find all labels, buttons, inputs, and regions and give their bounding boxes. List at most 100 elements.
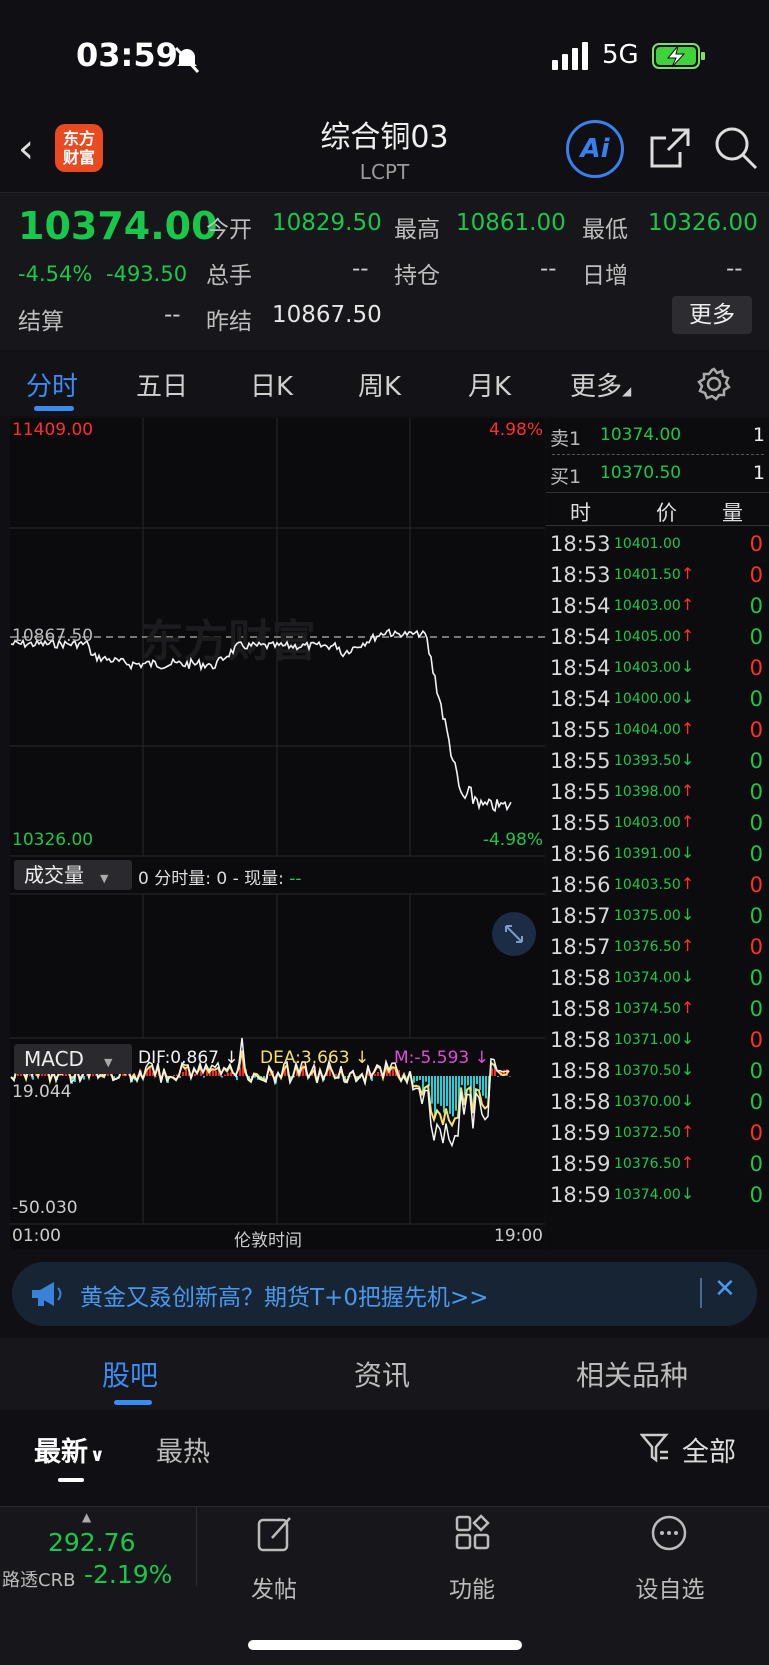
tick-row: 18:58 10371.00↓ 0 [546, 1024, 769, 1057]
tick-volume: 0 [749, 966, 763, 990]
arrow-up-icon: ↑ [680, 936, 695, 955]
tab-forum[interactable]: 股吧 [102, 1354, 158, 1394]
expand-chart-button[interactable] [492, 912, 536, 956]
close-icon[interactable]: ✕ [714, 1274, 736, 1304]
arrow-down-icon: ↓ [680, 1184, 695, 1203]
caret-up-icon[interactable]: ▲ [82, 1510, 91, 1524]
tick-time: 18:57 [550, 904, 611, 928]
tab-related[interactable]: 相关品种 [576, 1354, 688, 1394]
filter-all[interactable]: 全部 [682, 1430, 736, 1469]
tick-time: 18:55 [550, 811, 611, 835]
search-icon[interactable] [712, 124, 760, 172]
y-axis-top-pct: 4.98% [488, 420, 543, 440]
tick-row: 18:58 10370.00↓ 0 [546, 1086, 769, 1119]
tab-more[interactable]: 更多◢ [570, 366, 631, 403]
volume-indicator-selector[interactable]: 成交量 ▼ [14, 860, 132, 890]
tick-volume: 0 [749, 811, 763, 835]
tick-volume: 0 [749, 780, 763, 804]
tick-time: 18:56 [550, 842, 611, 866]
tick-price: 10403.00↑ [614, 595, 695, 614]
banner-divider [700, 1278, 702, 1308]
tick-price: 10404.00↑ [614, 719, 695, 738]
more-quote-button[interactable]: 更多 [672, 296, 752, 334]
arrow-down-icon: ↓ [680, 1091, 695, 1110]
add-watchlist-button[interactable]: 设自选 [610, 1570, 730, 1604]
arrow-up-icon: ↑ [680, 595, 695, 614]
tick-row: 18:58 10374.50↑ 0 [546, 993, 769, 1026]
filter-hot[interactable]: 最热 [156, 1430, 210, 1469]
tick-row: 18:57 10376.50↑ 0 [546, 931, 769, 964]
filter-latest[interactable]: 最新 ∨ [34, 1430, 105, 1469]
tick-volume: 0 [749, 873, 763, 897]
last-price: 10374.00 [18, 204, 218, 248]
arrow-down-icon: ↓ [680, 657, 695, 676]
position-value: -- [540, 256, 557, 282]
bell-muted-icon [174, 46, 200, 74]
tick-price: 10370.00↓ [614, 1091, 695, 1110]
tick-row: 18:55 10403.00↑ 0 [546, 807, 769, 840]
tick-volume: 0 [749, 563, 763, 587]
index-change[interactable]: -2.19% [84, 1560, 172, 1589]
low-value: 10326.00 [648, 210, 758, 236]
m-value: M:-5.593 ↓ [394, 1048, 489, 1068]
tick-volume: 0 [749, 842, 763, 866]
tab-daily-k[interactable]: 日K [250, 366, 293, 403]
tick-time: 18:55 [550, 718, 611, 742]
tick-price: 10376.50↑ [614, 936, 695, 955]
tick-row: 18:56 10403.50↑ 0 [546, 869, 769, 902]
active-tab-indicator [34, 406, 74, 411]
functions-icon[interactable] [454, 1514, 492, 1552]
arrow-up-icon: ↑ [680, 874, 695, 893]
arrow-up-icon: ↑ [680, 719, 695, 738]
promo-banner[interactable]: 黄金又叒创新高？期货T+0把握先机>> ✕ [12, 1262, 757, 1326]
filter-icon[interactable] [640, 1432, 670, 1464]
intraday-chart[interactable]: 东方财富 11409.00 4.98% 10867.50 10326.00 -4… [10, 418, 545, 1251]
macd-axis-bottom: -50.030 [12, 1198, 78, 1218]
post-button[interactable]: 发帖 [214, 1570, 334, 1604]
home-indicator [248, 1640, 522, 1650]
settings-icon[interactable] [696, 366, 732, 402]
functions-button[interactable]: 功能 [412, 1570, 532, 1604]
y-axis-ref: 10867.50 [12, 626, 94, 646]
tick-time: 18:57 [550, 935, 611, 959]
tick-row: 18:57 10375.00↓ 0 [546, 900, 769, 933]
tick-price: 10393.50↓ [614, 750, 695, 769]
prev-settle-value: 10867.50 [272, 302, 382, 328]
tab-five-day[interactable]: 五日 [136, 366, 188, 403]
change-amount: -493.50 [106, 262, 188, 286]
tick-row: 18:55 10393.50↓ 0 [546, 745, 769, 778]
tick-price: 10374.00↓ [614, 967, 695, 986]
tick-time: 18:58 [550, 966, 611, 990]
high-label: 最高 [394, 217, 440, 243]
tab-monthly-k[interactable]: 月K [468, 366, 511, 403]
x-axis-end: 19:00 [494, 1226, 543, 1246]
index-value[interactable]: 292.76 [48, 1528, 135, 1557]
status-time: 03:59 [76, 36, 178, 74]
tick-price: 10403.50↑ [614, 874, 695, 893]
settle-label: 结算 [18, 309, 64, 335]
arrow-down-icon: ↓ [680, 843, 695, 862]
arrow-up-icon: ↑ [680, 564, 695, 583]
tick-price: 10370.50↓ [614, 1060, 695, 1079]
index-name[interactable]: 路透CRB [2, 1566, 75, 1592]
tick-time: 18:54 [550, 687, 611, 711]
tab-news[interactable]: 资讯 [354, 1354, 410, 1394]
share-icon[interactable] [648, 126, 692, 170]
prev-settle-label: 昨结 [206, 309, 252, 335]
tick-row: 18:55 10398.00↑ 0 [546, 776, 769, 809]
tick-price: 10374.00↓ [614, 1184, 695, 1203]
tick-time: 18:59 [550, 1183, 611, 1207]
macd-indicator-selector[interactable]: MACD ▼ [14, 1044, 132, 1074]
tab-weekly-k[interactable]: 周K [358, 366, 401, 403]
more-circle-icon[interactable] [650, 1514, 688, 1552]
content-tabs: 股吧 资讯 相关品种 [0, 1338, 769, 1410]
tick-row: 18:54 10405.00↑ 0 [546, 621, 769, 654]
tab-intraday[interactable]: 分时 [26, 366, 78, 403]
tick-time: 18:56 [550, 873, 611, 897]
tick-time: 18:54 [550, 656, 611, 680]
edit-post-icon[interactable] [256, 1514, 296, 1554]
tick-price: 10401.50↑ [614, 564, 695, 583]
tick-row: 18:55 10404.00↑ 0 [546, 714, 769, 747]
high-value: 10861.00 [456, 210, 566, 236]
ai-assistant-button[interactable]: Ai [566, 120, 624, 178]
